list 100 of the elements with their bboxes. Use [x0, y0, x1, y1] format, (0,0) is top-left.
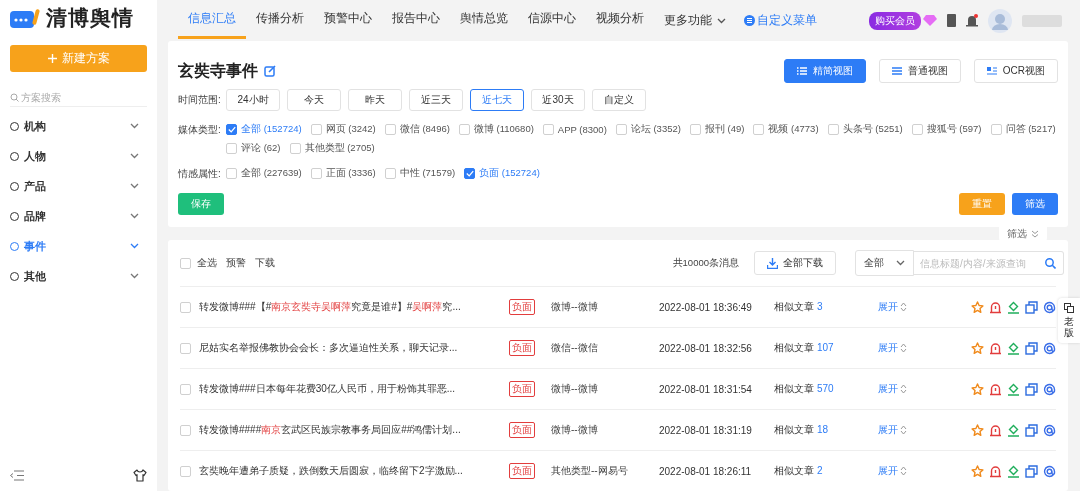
- similar-label: 相似文章: [774, 423, 814, 437]
- menu-icon: [891, 67, 902, 75]
- checkbox-label: 微博 (110680): [473, 123, 534, 136]
- logo-text: 清博舆情: [46, 5, 134, 31]
- nav-tab[interactable]: 传播分析: [246, 0, 314, 39]
- chevron-down-icon: [130, 273, 139, 279]
- switch-icon: [1064, 303, 1074, 313]
- search-icon: [10, 93, 19, 102]
- checkbox-label: 全部 (227639): [241, 167, 302, 180]
- expand-link[interactable]: 展开: [878, 423, 907, 437]
- toolbar-action[interactable]: 预警: [226, 256, 246, 270]
- sentiment-tag: 负面: [509, 299, 535, 315]
- similar-count[interactable]: 570: [817, 383, 834, 394]
- publish-time: 2022-08-01 18:31:54: [659, 383, 753, 395]
- checkbox-label: 负面 (152724): [479, 167, 540, 180]
- plus-icon: [47, 54, 57, 63]
- similar-count[interactable]: 18: [817, 424, 829, 435]
- checkbox-label: 报刊 (49): [704, 123, 745, 136]
- expand-link[interactable]: 展开: [878, 341, 907, 355]
- at-icon: [1043, 464, 1056, 478]
- article-title[interactable]: 转发微博###【#南京玄奘寺吴啊萍究竟是谁#】#吴啊萍究...: [199, 300, 501, 314]
- copy-icon: [1025, 464, 1038, 478]
- sidebar-item[interactable]: 其他: [10, 261, 147, 291]
- collapse-menu-icon: [10, 469, 24, 481]
- nav-tab[interactable]: 信源中心: [518, 0, 586, 39]
- star-icon: [971, 382, 984, 396]
- sidebar-item[interactable]: 品牌: [10, 201, 147, 231]
- alert-icon: [989, 382, 1002, 396]
- alert-icon: [989, 423, 1002, 437]
- expand-link[interactable]: 展开: [878, 382, 907, 396]
- download-all-button[interactable]: 全部下载: [754, 251, 836, 275]
- source-text: 微信--微信: [551, 341, 599, 355]
- toolbar-action[interactable]: 下载: [255, 256, 275, 270]
- nav-tab[interactable]: 视频分析: [586, 0, 654, 39]
- highlighter-icon: [1007, 382, 1020, 396]
- checkbox-label: APP (8300): [557, 124, 607, 135]
- time-range-button[interactable]: 近30天: [531, 89, 585, 111]
- diamond-icon: [923, 15, 937, 26]
- view-button[interactable]: 精简视图: [783, 59, 866, 83]
- time-range-button[interactable]: 自定义: [592, 89, 646, 111]
- checkbox-label: 问答 (5217): [1005, 123, 1056, 136]
- vip-badge[interactable]: 购买会员: [869, 11, 921, 30]
- message-count: 共10000条消息: [672, 256, 739, 270]
- double-chevron-icon: [1031, 230, 1039, 238]
- time-range-button[interactable]: 今天: [287, 89, 341, 111]
- at-icon: [1043, 423, 1056, 437]
- alert-icon: [989, 300, 1002, 314]
- time-range-button[interactable]: 近三天: [409, 89, 463, 111]
- article-title[interactable]: 转发微博###日本每年花费30亿人民币，用于粉饰其罪恶...: [199, 382, 501, 396]
- source-text: 微博--微博: [551, 382, 599, 396]
- sidebar-item[interactable]: 产品: [10, 171, 147, 201]
- field-label: 情感属性:: [178, 167, 222, 181]
- time-range-button[interactable]: 24小时: [226, 89, 280, 111]
- article-title[interactable]: 玄奘晚年遭弟子质疑，跌倒数天后圆寂，临终留下2字激励...: [199, 464, 501, 478]
- sort-icon: [900, 466, 907, 476]
- checkbox[interactable]: [464, 168, 476, 179]
- alert-icon: [989, 341, 1002, 355]
- sentiment-tag: 负面: [509, 463, 535, 479]
- checkbox-label: 论坛 (3352): [630, 123, 681, 136]
- checkbox-label: 视频 (4773): [768, 123, 819, 136]
- article-title[interactable]: 尼姑实名举报佛教协会会长：多次逼迫性关系，聊天记录...: [199, 341, 501, 355]
- similar-count[interactable]: 3: [817, 301, 823, 312]
- expand-link[interactable]: 展开: [878, 300, 907, 314]
- nav-tab[interactable]: 舆情总览: [450, 0, 518, 39]
- download-icon: [767, 257, 778, 269]
- at-icon: [1043, 341, 1056, 355]
- filter-button[interactable]: 筛选: [1012, 193, 1058, 215]
- sidebar-item[interactable]: 机构: [10, 111, 147, 141]
- view-button[interactable]: OCR视图: [973, 59, 1058, 83]
- view-button[interactable]: 普通视图: [878, 59, 961, 83]
- sentiment-tag: 负面: [509, 340, 535, 356]
- sidebar-item[interactable]: 事件: [10, 231, 147, 261]
- chevron-down-icon: [130, 243, 139, 249]
- star-icon: [971, 464, 984, 478]
- field-label: 媒体类型:: [178, 123, 222, 137]
- star-icon: [971, 423, 984, 437]
- chevron-down-icon: [896, 260, 905, 266]
- checkbox-label: 正面 (3336): [325, 167, 376, 180]
- copy-icon: [1025, 382, 1038, 396]
- expand-link[interactable]: 展开: [878, 464, 907, 478]
- highlighter-icon: [1007, 341, 1020, 355]
- more-menu[interactable]: 更多功能: [654, 13, 736, 28]
- time-range-button[interactable]: 近七天: [470, 89, 524, 111]
- checkbox-label: 搜狐号 (597): [926, 123, 982, 136]
- similar-label: 相似文章: [774, 300, 814, 314]
- checkbox[interactable]: [226, 124, 237, 135]
- nav-tab[interactable]: 报告中心: [382, 0, 450, 39]
- similar-count[interactable]: 2: [817, 465, 823, 476]
- nav-tab[interactable]: 预警中心: [314, 0, 382, 39]
- sidebar-item[interactable]: 人物: [10, 141, 147, 171]
- select-all-label: 全选: [197, 256, 217, 270]
- chevron-down-icon: [130, 153, 139, 159]
- chevron-down-icon: [130, 213, 139, 219]
- publish-time: 2022-08-01 18:26:11: [659, 465, 753, 477]
- similar-count[interactable]: 107: [817, 342, 834, 353]
- article-title[interactable]: 转发微博####南京玄武区民族宗教事务局回应##鸿儒计划...: [199, 423, 501, 437]
- publish-time: 2022-08-01 18:32:56: [659, 342, 753, 354]
- checkbox-label: 中性 (71579): [399, 167, 456, 180]
- custom-menu-link[interactable]: 自定义菜单: [736, 13, 825, 28]
- time-range-button[interactable]: 昨天: [348, 89, 402, 111]
